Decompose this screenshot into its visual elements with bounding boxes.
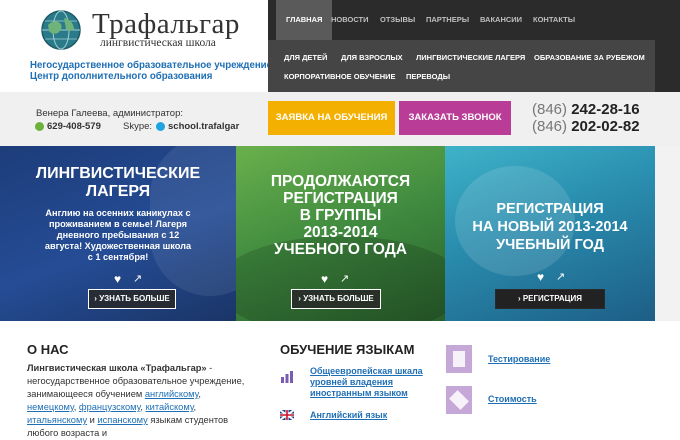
price-link[interactable]: Стоимость: [488, 394, 537, 404]
cefr-link[interactable]: Общеевропейская шкала уровней владения и…: [310, 366, 430, 399]
panel-title-line: РЕГИСТРАЦИЯ: [496, 201, 604, 217]
skype-label: Skype:: [123, 121, 153, 132]
nav-item-contacts[interactable]: КОНТАКТЫ: [533, 0, 575, 40]
nav-item-news[interactable]: НОВОСТИ: [331, 0, 369, 40]
phone-line-2[interactable]: (846) 202-02-82: [532, 118, 640, 135]
link-french[interactable]: французскому: [79, 402, 140, 412]
nav-item-partners[interactable]: ПАРТНЕРЫ: [426, 0, 469, 40]
link-english[interactable]: английскому: [145, 389, 199, 399]
testing-link[interactable]: Тестирование: [488, 354, 550, 364]
callback-button[interactable]: ЗАКАЗАТЬ ЗВОНОК: [399, 101, 511, 135]
register-button[interactable]: › РЕГИСТРАЦИЯ: [495, 289, 605, 309]
learn-more-button[interactable]: › УЗНАТЬ БОЛЬШЕ: [291, 289, 381, 309]
org-line-2: Центр дополнительного образования: [30, 71, 213, 82]
heart-icon[interactable]: ♥: [537, 271, 549, 283]
panel-title-line: УЧЕБНЫЙ ГОД: [496, 237, 604, 253]
nav-item-corporate[interactable]: КОРПОРАТИВНОЕ ОБУЧЕНИЕ: [284, 72, 396, 81]
sub-nav-edge: [655, 40, 680, 92]
languages-title: ОБУЧЕНИЕ ЯЗЫКАМ: [280, 342, 415, 357]
price-tag-icon: [446, 386, 472, 414]
top-nav: ГЛАВНАЯ НОВОСТИ ОТЗЫВЫ ПАРТНЕРЫ ВАКАНСИИ…: [268, 0, 680, 40]
promo-panel-groups[interactable]: ПРОДОЛЖАЮТСЯ РЕГИСТРАЦИЯ В ГРУППЫ 2013-2…: [236, 146, 445, 321]
panel-text-line: проживанием в семье! Лагеря: [48, 219, 188, 229]
phone-number: 202-02-82: [571, 118, 640, 135]
skype-icon: [156, 122, 165, 131]
panel-title-line: РЕГИСТРАЦИЯ: [283, 190, 398, 207]
button-label: УЗНАТЬ БОЛЬШЕ: [303, 294, 374, 303]
skype-id[interactable]: school.trafalgar: [168, 121, 239, 132]
org-line-1: Негосударственное образовательное учрежд…: [30, 60, 273, 71]
about-text: Лингвистическая школа «Трафальгар» - нег…: [27, 363, 245, 438]
panel-title-line: ЛАГЕРЯ: [85, 183, 151, 200]
button-label: УЗНАТЬ БОЛЬШЕ: [99, 294, 170, 303]
share-icon[interactable]: ↗: [133, 273, 145, 285]
heart-icon[interactable]: ♥: [321, 273, 333, 285]
panel-title-line: НА НОВЫЙ 2013-2014: [472, 219, 628, 235]
about-title: О НАС: [27, 342, 69, 357]
nav-item-vacancies[interactable]: ВАКАНСИИ: [480, 0, 522, 40]
nav-item-adults[interactable]: ДЛЯ ВЗРОСЛЫХ: [341, 53, 403, 62]
admin-label: Венера Галеева, администратор:: [36, 108, 183, 119]
link-spanish[interactable]: испанскому: [97, 415, 147, 425]
panel-title-line: ЛИНГВИСТИЧЕСКИЕ: [35, 165, 201, 182]
link-italian[interactable]: итальянскому: [27, 415, 87, 425]
panel-title-line: ПРОДОЛЖАЮТСЯ: [270, 173, 411, 190]
button-label: РЕГИСТРАЦИЯ: [522, 294, 583, 303]
nav-item-children[interactable]: ДЛЯ ДЕТЕЙ: [284, 53, 327, 62]
logo-subtitle: лингвистическая школа: [100, 37, 216, 49]
promo-panel-camps[interactable]: ЛИНГВИСТИЧЕСКИЕ ЛАГЕРЯ Англию на осенних…: [0, 146, 236, 321]
panel-title-line: УЧЕБНОГО ГОДА: [274, 241, 407, 258]
phone-line-1[interactable]: (846) 242-28-16: [532, 101, 640, 118]
nav-item-home[interactable]: ГЛАВНАЯ: [276, 0, 333, 40]
panel-title-line: 2013-2014: [303, 224, 378, 241]
nav-item-translations[interactable]: ПЕРЕВОДЫ: [406, 72, 450, 81]
tag-shape: [449, 390, 469, 410]
nav-item-camps[interactable]: ЛИНГВИСТИЧЕСКИЕ ЛАГЕРЯ: [416, 53, 525, 62]
phone-icon: [35, 122, 44, 131]
english-link[interactable]: Английский язык: [310, 410, 387, 420]
link-chinese[interactable]: китайскому: [146, 402, 194, 412]
phone-code: (846): [532, 118, 568, 135]
about-lead: Лингвистическая школа «Трафальгар»: [27, 363, 207, 373]
phone-number: 242-28-16: [571, 101, 640, 118]
uk-flag-icon: [280, 410, 294, 420]
sub-nav: ДЛЯ ДЕТЕЙ ДЛЯ ВЗРОСЛЫХ ЛИНГВИСТИЧЕСКИЕ Л…: [268, 40, 655, 92]
nav-item-abroad[interactable]: ОБРАЗОВАНИЕ ЗА РУБЕЖОМ: [534, 53, 645, 62]
share-icon[interactable]: ↗: [556, 271, 568, 283]
promo-panel-registration[interactable]: РЕГИСТРАЦИЯ НА НОВЫЙ 2013-2014 УЧЕБНЫЙ Г…: [445, 146, 655, 321]
phone-code: (846): [532, 101, 568, 118]
panel-text-line: августа! Художественная школа: [44, 241, 192, 251]
panel-text-line: с 1 сентября!: [87, 252, 149, 262]
admin-phone[interactable]: 629-408-579: [47, 121, 101, 132]
heart-icon[interactable]: ♥: [114, 273, 126, 285]
panel-text-line: дневного пребывания с 12: [56, 230, 180, 240]
share-icon[interactable]: ↗: [340, 273, 352, 285]
apply-button[interactable]: ЗАЯВКА НА ОБУЧЕНИЯ: [268, 101, 395, 135]
panel-title-line: В ГРУППЫ: [299, 207, 382, 224]
globe-icon[interactable]: [40, 9, 82, 51]
document-icon: [446, 345, 472, 373]
panel-text-line: Англию на осенних каникулах с: [45, 208, 191, 218]
nav-item-reviews[interactable]: ОТЗЫВЫ: [380, 0, 415, 40]
bar-chart-icon: [281, 371, 293, 383]
slider-edge: [655, 146, 680, 321]
learn-more-button[interactable]: › УЗНАТЬ БОЛЬШЕ: [88, 289, 176, 309]
link-german[interactable]: немецкому: [27, 402, 74, 412]
document-sheet: [453, 351, 465, 367]
